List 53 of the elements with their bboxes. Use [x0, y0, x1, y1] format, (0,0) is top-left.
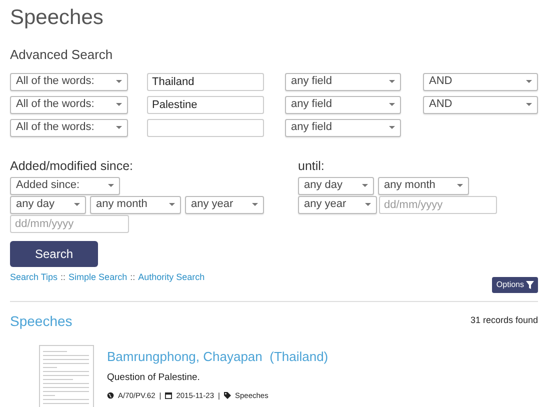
search-term-field[interactable]: Thailand [147, 72, 264, 90]
results-count: 31 records found [470, 314, 538, 328]
dropdown[interactable]: any year [185, 196, 264, 214]
caret-icon [526, 103, 532, 106]
tag-icon [224, 392, 231, 399]
link-separator: :: [60, 271, 66, 284]
dropdown[interactable]: AND [423, 72, 538, 90]
caret-icon [389, 80, 395, 83]
page-title: Speeches [10, 5, 104, 31]
caret-icon [389, 126, 395, 129]
search-button[interactable]: Search [10, 240, 98, 266]
dropdown[interactable]: All of the words: [10, 118, 128, 136]
dropdown[interactable]: All of the words: [10, 96, 128, 114]
date-field[interactable]: dd/mm/yyyy [379, 196, 497, 214]
search-term-field[interactable]: Palestine [147, 96, 264, 114]
dropdown[interactable]: any year [298, 196, 377, 214]
caret-icon [116, 103, 122, 106]
caret-icon [526, 80, 532, 83]
result-summary: Question of Palestine. [107, 370, 201, 384]
caret-icon [74, 203, 80, 206]
caret-icon [116, 126, 122, 129]
caret-icon [108, 184, 114, 187]
section-heading: Advanced Search [10, 46, 114, 64]
caret-icon [365, 203, 371, 206]
caret-icon [252, 203, 258, 206]
caret-icon [389, 103, 395, 106]
caret-icon [362, 184, 368, 187]
calendar-icon [165, 392, 172, 399]
dropdown[interactable]: any field [285, 96, 401, 114]
field-label: until: [298, 158, 326, 174]
dropdown[interactable]: AND [423, 96, 538, 114]
search-term-field[interactable] [147, 118, 264, 136]
caret-icon [169, 203, 175, 206]
nav-link[interactable]: Authority Search [138, 271, 205, 285]
caret-icon [457, 184, 463, 187]
dropdown[interactable]: any month [378, 176, 469, 194]
link-separator: :: [130, 271, 136, 284]
dropdown[interactable]: All of the words: [10, 72, 128, 90]
dropdown[interactable]: any day [10, 196, 86, 214]
dropdown[interactable]: any field [285, 72, 401, 90]
document-thumbnail[interactable] [39, 344, 94, 407]
date-field[interactable]: dd/mm/yyyy [10, 214, 129, 232]
dropdown[interactable]: any month [90, 196, 181, 214]
dropdown[interactable]: any field [285, 118, 401, 136]
caret-icon [116, 80, 122, 83]
nav-link[interactable]: Simple Search [68, 271, 128, 285]
dropdown[interactable]: any day [298, 176, 374, 194]
dropdown[interactable]: Added since: [10, 176, 120, 194]
field-label: Added/modified since: [10, 158, 134, 174]
filter-icon [526, 281, 534, 289]
results-heading: Speeches [10, 312, 72, 331]
nav-link[interactable]: Search Tips [10, 271, 58, 285]
options-button[interactable]: Options [492, 277, 538, 293]
